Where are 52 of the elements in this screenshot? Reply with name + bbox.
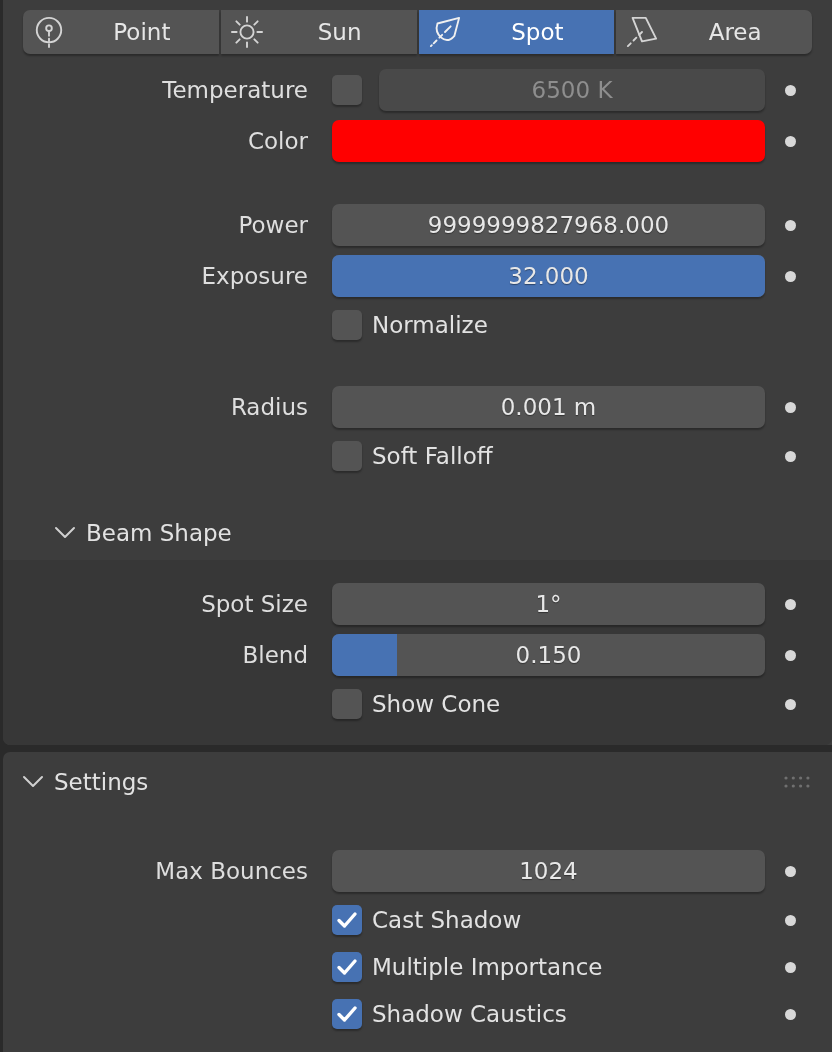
property-label: Color	[247, 128, 308, 154]
property-label: Exposure	[201, 263, 308, 289]
dot-icon[interactable]	[784, 135, 796, 147]
tab[interactable]: Point	[23, 10, 219, 54]
dot-icon[interactable]	[784, 865, 796, 877]
property-label: Spot Size	[201, 591, 308, 617]
panel-title[interactable]: Settings	[54, 769, 149, 795]
property-label: Max Bounces	[155, 858, 308, 884]
chevron-icon[interactable]	[54, 526, 76, 540]
dot-icon[interactable]	[784, 598, 796, 610]
checkbox[interactable]	[332, 952, 362, 982]
property-label: Temperature	[162, 77, 308, 103]
number-field[interactable]: 9999999827968.000	[332, 204, 765, 246]
checkbox[interactable]	[332, 689, 362, 719]
property-label: Radius	[230, 394, 308, 420]
tab[interactable]: Area	[616, 10, 812, 54]
checkbox-label[interactable]: Show Cone	[372, 691, 501, 717]
number-field[interactable]: 1024	[332, 850, 765, 892]
dot-icon[interactable]	[784, 698, 796, 710]
dot-icon[interactable]	[784, 961, 796, 973]
number-field[interactable]: 0.001 m	[332, 386, 765, 428]
tab[interactable]: Spot	[418, 10, 615, 54]
spotlight-icon	[428, 16, 461, 48]
checkbox[interactable]	[332, 310, 362, 340]
tab[interactable]: Sun	[220, 10, 417, 54]
sun-icon	[230, 16, 263, 48]
checkbox-label[interactable]: Soft Falloff	[372, 443, 493, 469]
chevron-icon[interactable]	[22, 775, 44, 789]
checkbox[interactable]	[332, 999, 362, 1029]
dot-icon[interactable]	[784, 914, 796, 926]
drag-handle-icon[interactable]	[784, 776, 810, 788]
number-field[interactable]: 1°	[332, 583, 765, 625]
slider-field[interactable]: 32.000	[332, 255, 765, 297]
checkbox[interactable]	[332, 441, 362, 471]
property-label: Power	[238, 212, 308, 238]
dot-icon[interactable]	[784, 450, 796, 462]
checkbox-label[interactable]: Multiple Importance	[372, 954, 603, 980]
panel-title[interactable]: Beam Shape	[86, 520, 232, 546]
slider-field[interactable]: 0.150	[332, 634, 765, 676]
checkbox[interactable]	[332, 905, 362, 935]
point-light-icon	[33, 16, 65, 48]
color-field[interactable]	[332, 120, 765, 162]
dot-icon[interactable]	[784, 401, 796, 413]
checkbox-label[interactable]: Normalize	[372, 312, 488, 338]
dot-icon[interactable]	[784, 270, 796, 282]
dot-icon[interactable]	[784, 649, 796, 661]
property-label: Blend	[242, 642, 308, 668]
dot-icon[interactable]	[784, 1008, 796, 1020]
dot-icon[interactable]	[784, 219, 796, 231]
checkbox-label[interactable]: Shadow Caustics	[372, 1001, 567, 1027]
checkbox-label[interactable]: Cast Shadow	[372, 907, 522, 933]
area-light-icon	[626, 16, 659, 48]
